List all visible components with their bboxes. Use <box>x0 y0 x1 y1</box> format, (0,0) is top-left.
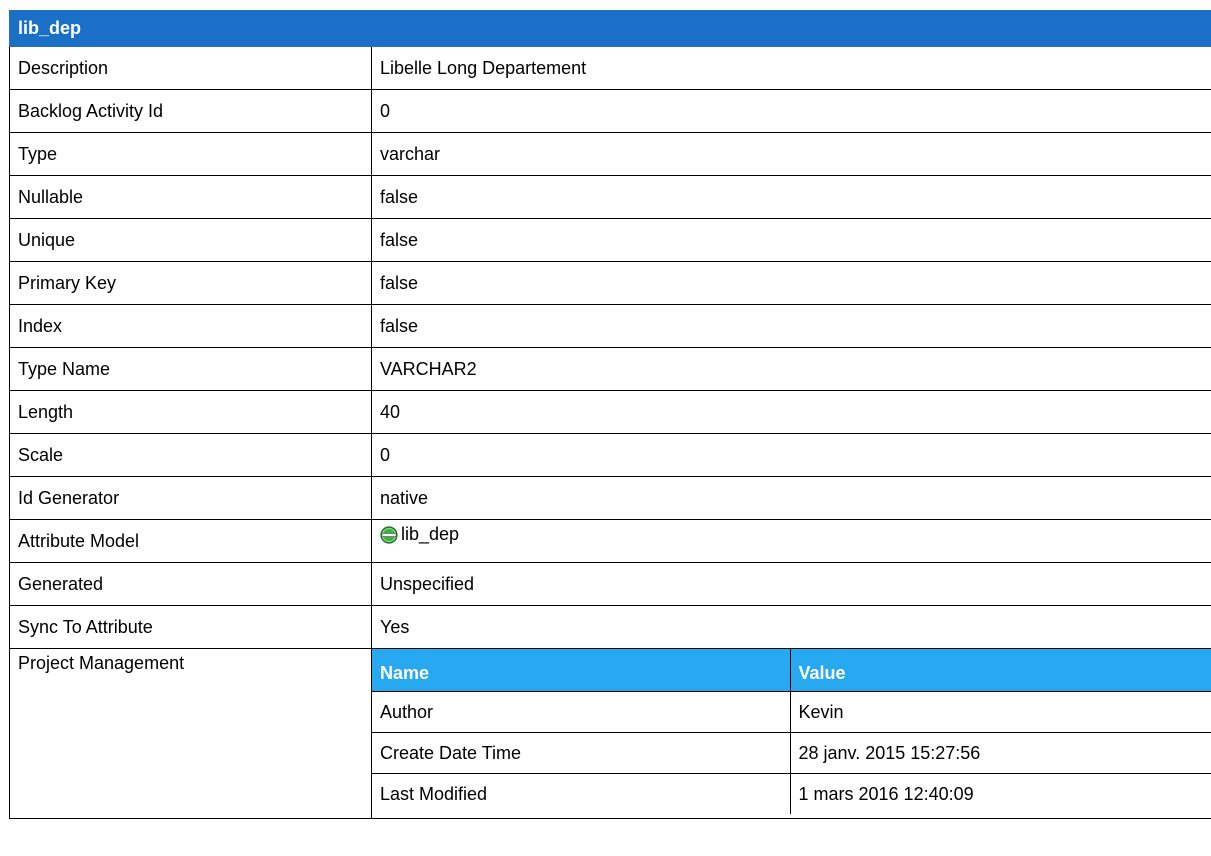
row-label: Type Name <box>9 347 372 391</box>
row-backlog-activity-id: Backlog Activity Id 0 <box>9 89 1211 133</box>
table-row: Author Kevin <box>372 691 1211 733</box>
row-value: false <box>370 175 1211 219</box>
row-label: Sync To Attribute <box>9 605 372 649</box>
row-project-management: Project Management Name Value Author Kev… <box>9 648 1211 819</box>
row-unique: Unique false <box>9 218 1211 262</box>
row-sync-to-attribute: Sync To Attribute Yes <box>9 605 1211 649</box>
row-value: false <box>370 261 1211 305</box>
row-primary-key: Primary Key false <box>9 261 1211 305</box>
attribute-model-value: lib_dep <box>401 523 460 544</box>
row-label: Type <box>9 132 372 176</box>
row-type-name: Type Name VARCHAR2 <box>9 347 1211 391</box>
header-row: lib_dep <box>8 10 1211 47</box>
pm-name: Create Date Time <box>372 732 791 774</box>
row-value: false <box>370 218 1211 262</box>
pm-value: Kevin <box>789 691 1211 733</box>
row-index: Index false <box>9 304 1211 348</box>
row-label: Attribute Model <box>9 519 372 563</box>
row-label: Length <box>9 390 372 434</box>
row-label: Id Generator <box>9 476 372 520</box>
row-label: Nullable <box>9 175 372 219</box>
row-label: Primary Key <box>9 261 372 305</box>
row-type: Type varchar <box>9 132 1211 176</box>
pm-value: 1 mars 2016 12:40:09 <box>789 773 1211 814</box>
row-label: Description <box>9 46 372 90</box>
row-value: Libelle Long Departement <box>370 46 1211 90</box>
row-value: 0 <box>370 89 1211 133</box>
project-management-cell: Name Value Author Kevin Create Date Time… <box>370 648 1211 819</box>
properties-table: lib_dep Description Libelle Long Departe… <box>8 10 1211 819</box>
row-id-generator: Id Generator native <box>9 476 1211 520</box>
table-row: Create Date Time 28 janv. 2015 15:27:56 <box>372 732 1211 774</box>
table-row: Last Modified 1 mars 2016 12:40:09 <box>372 773 1211 814</box>
pm-header-row: Name Value <box>372 649 1211 692</box>
project-management-table: Name Value Author Kevin Create Date Time… <box>372 649 1211 814</box>
pm-header-value: Value <box>789 649 1211 692</box>
row-label: Project Management <box>9 648 372 819</box>
pm-value: 28 janv. 2015 15:27:56 <box>789 732 1211 774</box>
row-label: Index <box>9 304 372 348</box>
attribute-model-link[interactable]: lib_dep <box>370 519 1211 563</box>
row-value: false <box>370 304 1211 348</box>
row-value: 0 <box>370 433 1211 477</box>
row-value: 40 <box>370 390 1211 434</box>
row-length: Length 40 <box>9 390 1211 434</box>
row-generated: Generated Unspecified <box>9 562 1211 606</box>
row-value: Unspecified <box>370 562 1211 606</box>
pm-name: Last Modified <box>372 773 791 814</box>
row-label: Backlog Activity Id <box>9 89 372 133</box>
row-scale: Scale 0 <box>9 433 1211 477</box>
row-value: native <box>370 476 1211 520</box>
attribute-icon <box>380 526 398 544</box>
row-nullable: Nullable false <box>9 175 1211 219</box>
row-attribute-model: Attribute Model lib_dep <box>9 519 1211 563</box>
row-label: Generated <box>9 562 372 606</box>
table-title: lib_dep <box>8 10 1211 47</box>
pm-header-name: Name <box>372 649 791 692</box>
row-label: Scale <box>9 433 372 477</box>
row-value: Yes <box>370 605 1211 649</box>
row-value: VARCHAR2 <box>370 347 1211 391</box>
pm-name: Author <box>372 691 791 733</box>
row-value: varchar <box>370 132 1211 176</box>
row-description: Description Libelle Long Departement <box>9 46 1211 90</box>
property-sheet: lib_dep Description Libelle Long Departe… <box>8 10 1211 819</box>
row-label: Unique <box>9 218 372 262</box>
